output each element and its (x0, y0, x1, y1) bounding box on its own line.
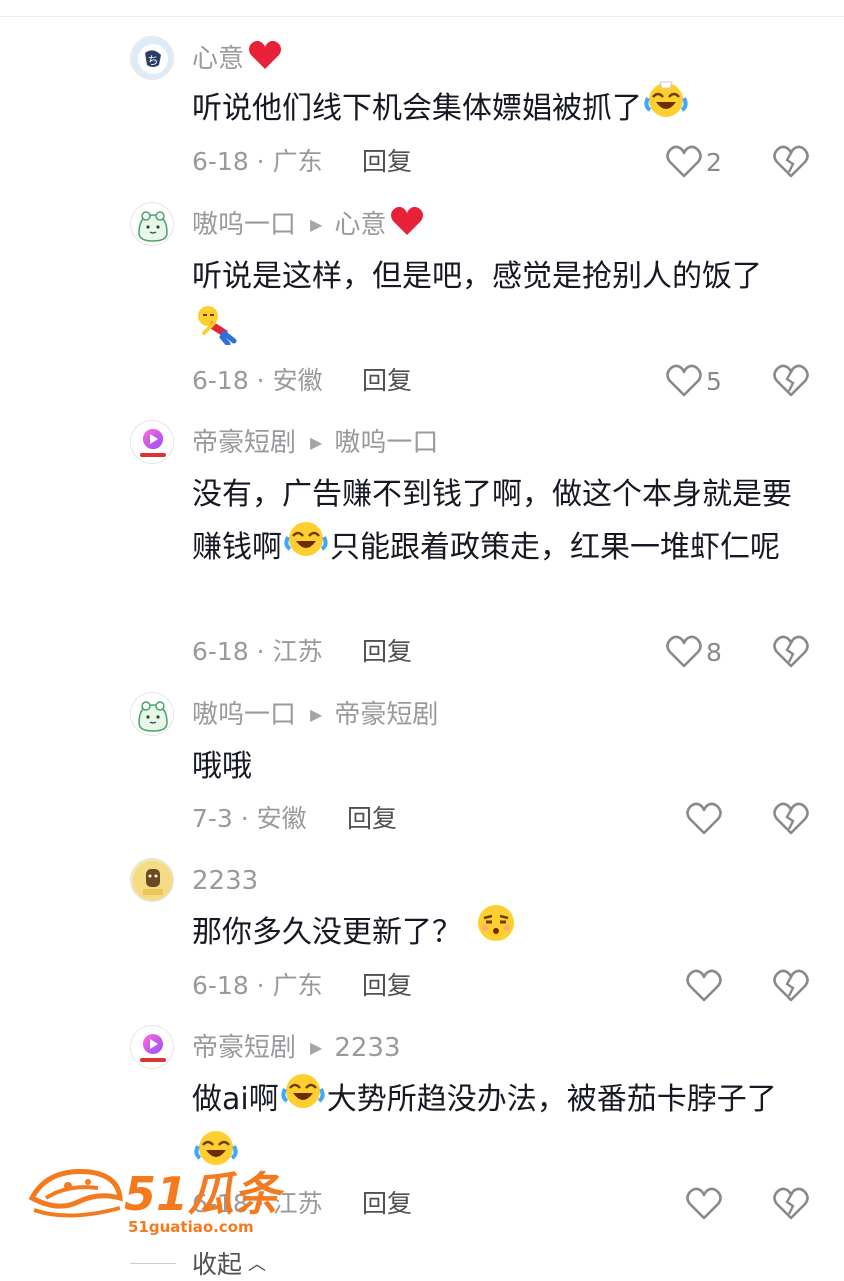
like-button[interactable]: 8 (666, 632, 722, 672)
svg-text:ち: ち (148, 54, 159, 67)
avatar[interactable] (130, 420, 174, 464)
username-row: 帝豪短剧 ▶ 嗷呜一口 (192, 426, 438, 460)
red-heart-emoji (248, 39, 282, 80)
avatar[interactable]: ち (130, 36, 174, 80)
like-count: 5 (706, 366, 722, 396)
triangle-right-icon: ▶ (310, 1038, 323, 1057)
username-row: 心意 (192, 40, 282, 76)
heart-outline-icon (666, 145, 702, 178)
broken-heart-icon[interactable] (773, 969, 809, 1003)
broken-heart-icon[interactable] (773, 145, 809, 179)
comment-text: 听说是这样，但是吧，感觉是抢别人的饭了 (192, 250, 812, 362)
avatar[interactable] (130, 1025, 174, 1069)
top-divider (0, 16, 844, 17)
username[interactable]: 帝豪短剧 (192, 426, 296, 460)
crying-laughing-emoji (644, 78, 688, 135)
crying-laughing-emoji (284, 517, 328, 574)
reply-button[interactable]: 回复 (362, 1186, 412, 1222)
username-row: 嗷呜一口 ▶ 帝豪短剧 (192, 698, 438, 732)
comment-text: 听说他们线下机会集体嫖娼被抓了 (192, 81, 812, 135)
avatar[interactable] (130, 858, 174, 902)
heart-outline-icon (666, 364, 702, 397)
triangle-right-icon: ▶ (310, 705, 323, 724)
reply-to-username[interactable]: 2233 (334, 1031, 400, 1065)
heart-outline-icon (686, 1187, 722, 1220)
reply-button[interactable]: 回复 (362, 144, 412, 180)
comment-text: 哦哦 (192, 749, 252, 784)
username[interactable]: 2233 (192, 864, 258, 898)
collapse-label[interactable]: 收起 (192, 1245, 242, 1281)
reply-to-username[interactable]: 心意 (334, 208, 386, 242)
date-location: 6-18 · 安徽 (192, 366, 323, 395)
broken-heart-icon[interactable] (773, 364, 809, 398)
like-count: 2 (706, 147, 722, 177)
date-location: 7-3 · 安徽 (192, 804, 307, 833)
chevron-up-icon[interactable]: ︿ (248, 1250, 266, 1276)
like-button[interactable] (686, 1184, 726, 1224)
broken-heart-icon[interactable] (773, 1187, 809, 1221)
heart-outline-icon (666, 635, 702, 668)
watermark-logo: 51瓜条 51guatiao.com (28, 1158, 298, 1238)
comment-text: 那你多久没更新了？ (192, 905, 812, 960)
like-button[interactable]: 5 (666, 361, 722, 401)
username[interactable]: 帝豪短剧 (192, 1031, 296, 1065)
reply-to-username[interactable]: 嗷呜一口 (334, 426, 438, 460)
username[interactable]: 心意 (192, 42, 244, 76)
reply-button[interactable]: 回复 (362, 363, 412, 399)
username-row: 帝豪短剧 ▶ 2233 (192, 1031, 401, 1065)
like-button[interactable] (686, 799, 726, 839)
broken-heart-icon[interactable] (773, 635, 809, 669)
username[interactable]: 嗷呜一口 (192, 208, 296, 242)
date-location: 6-18 · 广东 (192, 147, 323, 176)
heart-outline-icon (686, 969, 722, 1002)
username-row: 2233 (192, 864, 258, 898)
lying-down-emoji (194, 303, 240, 362)
watermark-url: 51guatiao.com (128, 1218, 254, 1236)
username[interactable]: 嗷呜一口 (192, 698, 296, 732)
collapse-replies[interactable]: 收起 ︿ (130, 1246, 266, 1280)
reply-button[interactable]: 回复 (362, 968, 412, 1004)
reply-button[interactable]: 回复 (347, 801, 397, 837)
crying-laughing-emoji (281, 1069, 325, 1126)
triangle-right-icon: ▶ (310, 433, 323, 452)
like-count: 8 (706, 637, 722, 667)
like-button[interactable] (686, 966, 726, 1006)
heart-outline-icon (686, 802, 722, 835)
comment-text: 没有，广告赚不到钱了啊，做这个本身就是要赚钱啊 只能跟着政策走，红果一堆虾仁呢 (192, 468, 812, 574)
reply-button[interactable]: 回复 (362, 634, 412, 670)
broken-heart-icon[interactable] (773, 802, 809, 836)
triangle-right-icon: ▶ (310, 215, 323, 234)
avatar[interactable] (130, 692, 174, 736)
collapse-divider (130, 1262, 176, 1264)
like-button[interactable]: 2 (666, 142, 722, 182)
smirk-emoji (474, 901, 518, 960)
username-row: 嗷呜一口 ▶ 心意 (192, 206, 424, 242)
avatar[interactable] (130, 202, 174, 246)
red-heart-emoji (390, 205, 424, 246)
date-location: 6-18 · 广东 (192, 971, 323, 1000)
watermark-brand: 51瓜条 (124, 1167, 285, 1221)
reply-to-username[interactable]: 帝豪短剧 (334, 698, 438, 732)
date-location: 6-18 · 江苏 (192, 637, 323, 666)
